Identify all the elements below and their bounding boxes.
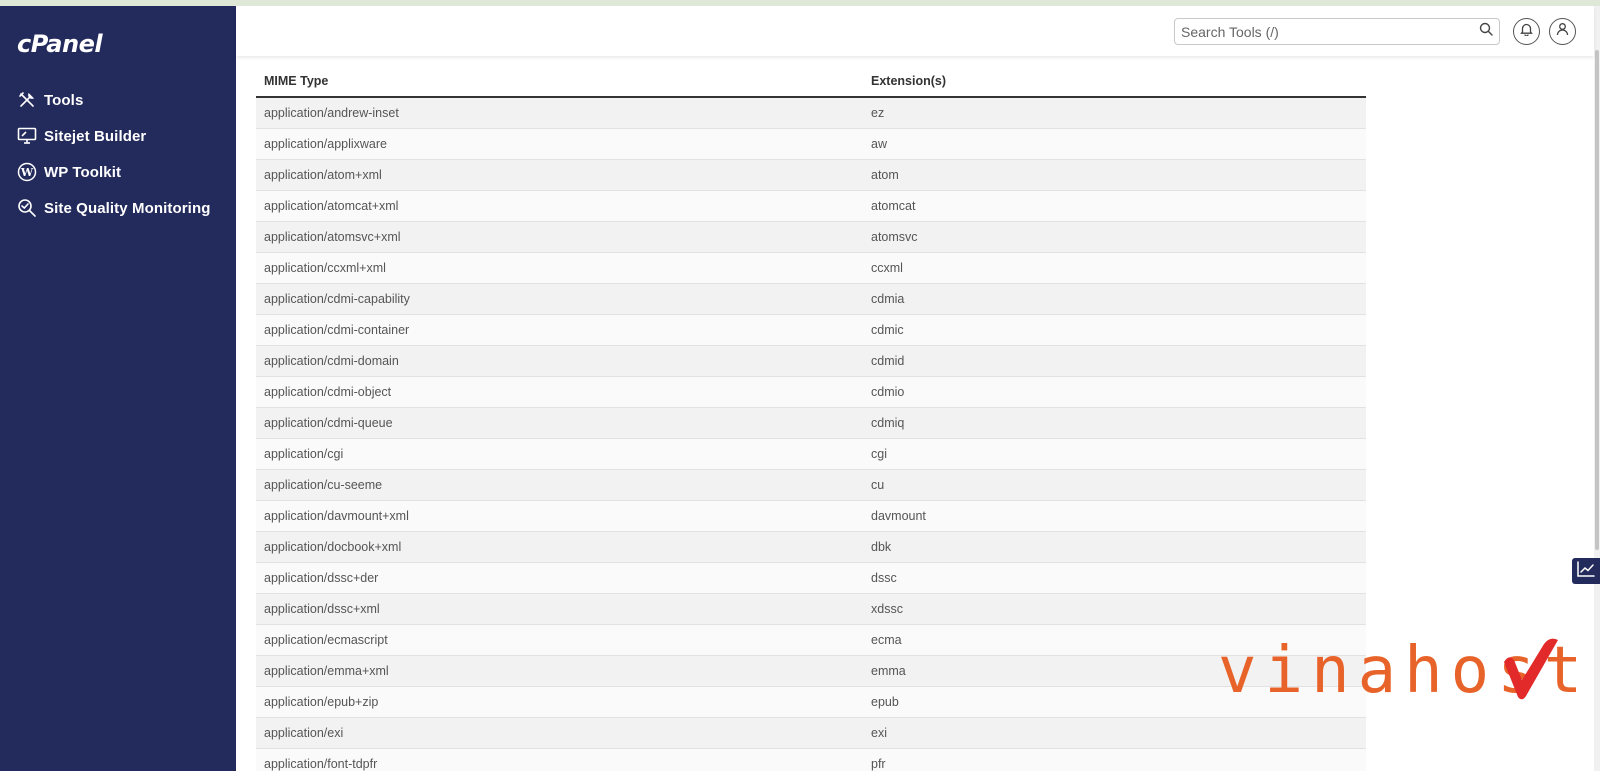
extension-cell: dssc: [865, 561, 1366, 593]
table-row: application/cdmi-container cdmic: [256, 313, 1366, 345]
vinahost-watermark: vinahost.: [1218, 622, 1600, 712]
table-header-row: MIME Type Extension(s): [256, 66, 1366, 98]
extension-cell: davmount: [865, 499, 1366, 531]
mime-type-cell: application/cdmi-queue: [256, 406, 865, 438]
table-row: application/cdmi-capability cdmia: [256, 282, 1366, 314]
extension-cell: cdmiq: [865, 406, 1366, 438]
mime-type-cell: application/ccxml+xml: [256, 251, 865, 283]
extension-cell: cgi: [865, 437, 1366, 469]
table-row: application/font-tdpfr pfr: [256, 747, 1366, 771]
search-input[interactable]: [1181, 23, 1479, 40]
table-row: application/emma+xml emma: [256, 654, 1366, 686]
table-row: application/ecmascript ecma: [256, 623, 1366, 655]
sidebar-item-label: WP Toolkit: [44, 163, 122, 181]
user-icon: [1556, 22, 1569, 41]
sidebar: cPanel Tools Sitejet Builder W WP Toolki…: [0, 6, 236, 771]
scrollbar-thumb[interactable]: [1595, 50, 1599, 550]
mime-type-cell: application/davmount+xml: [256, 499, 865, 531]
mime-type-cell: application/cdmi-object: [256, 375, 865, 407]
mime-type-cell: application/font-tdpfr: [256, 747, 865, 771]
extension-cell: atom: [865, 158, 1366, 190]
mime-types-table: MIME Type Extension(s) application/andre…: [256, 66, 1366, 771]
table-row: application/andrew-inset ez: [256, 96, 1366, 128]
extension-cell: atomsvc: [865, 220, 1366, 252]
sidebar-item-sitejet-builder[interactable]: Sitejet Builder: [16, 118, 226, 154]
extension-cell: cdmic: [865, 313, 1366, 345]
search-icon[interactable]: [1479, 22, 1493, 41]
column-header-extensions: Extension(s): [865, 66, 1366, 98]
extension-cell: cdmid: [865, 344, 1366, 376]
table-row: application/atom+xml atom: [256, 158, 1366, 190]
table-row: application/dssc+xml xdssc: [256, 592, 1366, 624]
search-box[interactable]: [1174, 18, 1500, 45]
mime-type-cell: application/cdmi-container: [256, 313, 865, 345]
sidebar-item-label: Site Quality Monitoring: [44, 199, 211, 217]
table-row: application/cdmi-queue cdmiq: [256, 406, 1366, 438]
extension-cell: cdmio: [865, 375, 1366, 407]
sidebar-item-site-quality-monitoring[interactable]: Site Quality Monitoring: [16, 190, 226, 226]
table-row: application/dssc+der dssc: [256, 561, 1366, 593]
extension-cell: cu: [865, 468, 1366, 500]
extension-cell: xdssc: [865, 592, 1366, 624]
extension-cell: ez: [865, 96, 1366, 128]
table-row: application/atomcat+xml atomcat: [256, 189, 1366, 221]
column-header-mime-type: MIME Type: [256, 66, 865, 98]
extension-cell: atomcat: [865, 189, 1366, 221]
sidebar-item-label: Tools: [44, 91, 84, 109]
extension-cell: ccxml: [865, 251, 1366, 283]
sidebar-nav: Tools Sitejet Builder W WP Toolkit Site …: [16, 82, 226, 226]
monitor-icon: [16, 125, 38, 147]
mime-type-cell: application/dssc+xml: [256, 592, 865, 624]
table-row: application/exi exi: [256, 716, 1366, 748]
mime-type-cell: application/epub+zip: [256, 685, 865, 717]
mime-type-cell: application/applixware: [256, 127, 865, 159]
cpanel-logo[interactable]: cPanel: [17, 30, 103, 58]
bell-icon: [1520, 22, 1533, 41]
user-menu-button[interactable]: [1549, 18, 1576, 45]
mime-type-cell: application/ecmascript: [256, 623, 865, 655]
sidebar-item-wp-toolkit[interactable]: W WP Toolkit: [16, 154, 226, 190]
top-bar: [236, 6, 1594, 56]
mime-type-cell: application/cu-seeme: [256, 468, 865, 500]
mime-type-cell: application/atomsvc+xml: [256, 220, 865, 252]
mime-type-cell: application/docbook+xml: [256, 530, 865, 562]
table-row: application/cu-seeme cu: [256, 468, 1366, 500]
trend-chart-icon: [1577, 560, 1595, 582]
extension-cell: exi: [865, 716, 1366, 748]
mime-type-cell: application/cdmi-capability: [256, 282, 865, 314]
sidebar-item-tools[interactable]: Tools: [16, 82, 226, 118]
extension-cell: pfr: [865, 747, 1366, 771]
magnifier-check-icon: [16, 197, 38, 219]
extension-cell: dbk: [865, 530, 1366, 562]
mime-type-cell: application/cgi: [256, 437, 865, 469]
svg-text:W: W: [20, 166, 34, 179]
mime-type-cell: application/atom+xml: [256, 158, 865, 190]
mime-type-cell: application/exi: [256, 716, 865, 748]
mime-type-cell: application/emma+xml: [256, 654, 865, 686]
table-row: application/cdmi-domain cdmid: [256, 344, 1366, 376]
mime-type-cell: application/andrew-inset: [256, 96, 865, 128]
table-body: application/andrew-inset ez application/ap…: [256, 96, 1366, 771]
table-row: application/cdmi-object cdmio: [256, 375, 1366, 407]
mime-type-cell: application/atomcat+xml: [256, 189, 865, 221]
extension-cell: cdmia: [865, 282, 1366, 314]
mime-type-cell: application/dssc+der: [256, 561, 865, 593]
table-row: application/cgi cgi: [256, 437, 1366, 469]
extension-cell: aw: [865, 127, 1366, 159]
mime-type-cell: application/cdmi-domain: [256, 344, 865, 376]
table-row: application/applixware aw: [256, 127, 1366, 159]
notifications-button[interactable]: [1513, 18, 1540, 45]
sidebar-item-label: Sitejet Builder: [44, 127, 147, 145]
analytics-button[interactable]: [1572, 558, 1600, 584]
table-row: application/atomsvc+xml atomsvc: [256, 220, 1366, 252]
wordpress-icon: W: [16, 161, 38, 183]
table-row: application/davmount+xml davmount: [256, 499, 1366, 531]
table-row: application/epub+zip epub: [256, 685, 1366, 717]
tools-icon: [16, 89, 38, 111]
table-row: application/ccxml+xml ccxml: [256, 251, 1366, 283]
table-row: application/docbook+xml dbk: [256, 530, 1366, 562]
